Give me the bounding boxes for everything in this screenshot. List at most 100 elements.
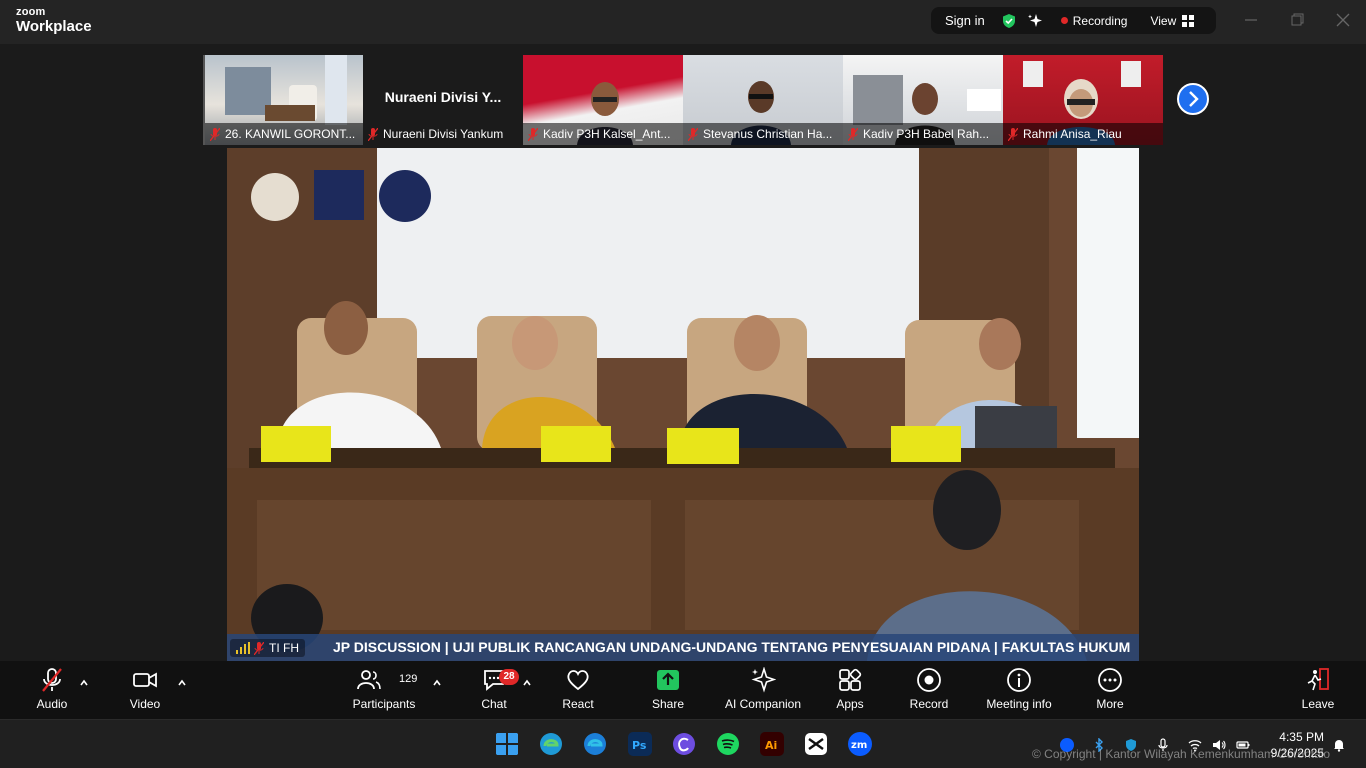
close-icon[interactable] (1335, 12, 1351, 28)
apps-label: Apps (836, 697, 864, 711)
participant-thumbnail[interactable]: Stevanus Christian Ha... (683, 55, 843, 145)
react-button[interactable]: React (561, 667, 595, 717)
signal-icon (236, 642, 250, 654)
participant-thumbnail[interactable]: Kadiv P3H Babel Rah... (843, 55, 1003, 145)
clock-time: 4:35 PM (1279, 730, 1324, 744)
share-screen-icon (657, 670, 679, 690)
participant-thumbnail[interactable]: Rahmi Anisa_Riau (1003, 55, 1163, 145)
participant-name: Kadiv P3H Kalsel_Ant... (543, 127, 671, 141)
meeting-info-label: Meeting info (986, 697, 1052, 711)
maximize-icon[interactable] (1289, 12, 1305, 28)
apps-icon (839, 668, 862, 691)
mic-muted-icon (528, 127, 538, 141)
windows-taskbar: Ps Ai zm 4:35 PM 9/26/2025 © Copyright |… (0, 719, 1366, 768)
chevron-up-icon[interactable] (432, 678, 442, 688)
sign-in-button[interactable]: Sign in (945, 13, 985, 28)
svg-text:Ai: Ai (765, 739, 777, 752)
recording-dot-icon (1060, 17, 1068, 24)
speaker-name: TI FH (269, 641, 299, 655)
participant-thumbnail[interactable]: Nuraeni Divisi Y... Nuraeni Divisi Yanku… (363, 55, 523, 145)
more-options-icon (1098, 668, 1122, 692)
caption-text: JP DISCUSSION | UJI PUBLIK RANCANGAN UND… (333, 639, 1131, 655)
ai-companion-button[interactable]: AI Companion (722, 667, 804, 717)
more-label: More (1096, 697, 1124, 711)
photoshop-icon[interactable]: Ps (628, 732, 652, 756)
ai-companion-label: AI Companion (724, 697, 802, 711)
audio-button[interactable]: Audio (36, 667, 68, 717)
chat-unread-badge: 28 (499, 669, 519, 685)
apps-button[interactable]: Apps (834, 667, 866, 717)
mic-muted-icon (688, 127, 698, 141)
thumbnail-label: Nuraeni Divisi Yankum (363, 123, 523, 145)
chevron-up-icon[interactable] (79, 678, 89, 688)
participant-name: 26. KANWIL GORONT... (225, 127, 356, 141)
windows-start-icon[interactable] (495, 732, 519, 756)
participant-name: Nuraeni Divisi Yankum (383, 127, 504, 141)
thumbnail-label: Rahmi Anisa_Riau (1003, 123, 1163, 145)
edge-icon[interactable] (539, 732, 563, 756)
record-label: Record (909, 697, 949, 711)
shield-icon[interactable] (1001, 13, 1017, 29)
mic-muted-icon (1008, 127, 1018, 141)
more-button[interactable]: More (1094, 667, 1126, 717)
meeting-stage: 26. KANWIL GORONT... Nuraeni Divisi Y...… (0, 44, 1366, 661)
grid-view-icon[interactable] (1182, 14, 1195, 27)
mic-muted-icon (254, 641, 264, 655)
participants-label: Participants (352, 697, 416, 711)
participant-name: Kadiv P3H Babel Rah... (863, 127, 990, 141)
chat-label: Chat (481, 697, 507, 711)
zoom-workplace-logo: zoom Workplace (16, 6, 92, 35)
thumbnail-label: Kadiv P3H Kalsel_Ant... (523, 123, 683, 145)
chevron-right-icon (1189, 91, 1199, 107)
minimize-icon[interactable] (1243, 12, 1259, 28)
chevron-up-icon[interactable] (177, 678, 187, 688)
leave-button[interactable]: Leave (1301, 667, 1335, 717)
record-icon (917, 668, 941, 692)
record-button[interactable]: Record (908, 667, 950, 717)
main-video[interactable]: JP DISCUSSION | UJI PUBLIK RANCANGAN UND… (227, 148, 1139, 661)
canva-icon[interactable] (672, 732, 696, 756)
brand-bottom: Workplace (16, 18, 92, 35)
svg-text:Ps: Ps (632, 739, 647, 752)
participants-icon (357, 670, 381, 690)
conference-room-image (227, 148, 1139, 661)
share-button[interactable]: Share (650, 667, 686, 717)
spotify-icon[interactable] (716, 732, 740, 756)
brand-top: zoom (16, 6, 46, 18)
participant-name: Rahmi Anisa_Riau (1023, 127, 1122, 141)
capcut-icon[interactable] (804, 732, 828, 756)
view-button[interactable]: View (1150, 14, 1176, 28)
thumbnail-label: Kadiv P3H Babel Rah... (843, 123, 1003, 145)
participant-thumbnail[interactable]: 26. KANWIL GORONT... (203, 55, 363, 145)
copyright-watermark: © Copyright | Kantor Wilayah Kemenkumham… (1032, 747, 1331, 761)
svg-text:zm: zm (851, 740, 867, 751)
participant-thumbnail[interactable]: Kadiv P3H Kalsel_Ant... (523, 55, 683, 145)
react-label: React (562, 697, 594, 711)
participants-count: 129 (399, 673, 418, 685)
zoom-app-icon[interactable]: zm (848, 732, 872, 756)
next-page-button[interactable] (1177, 83, 1209, 115)
recording-indicator[interactable]: Recording (1073, 14, 1128, 28)
leave-door-icon (1307, 668, 1329, 691)
participant-name: Stevanus Christian Ha... (703, 127, 833, 141)
participant-display-name: Nuraeni Divisi Y... (384, 89, 502, 105)
heart-icon (567, 670, 589, 691)
titlebar-controls: Sign in Recording View (931, 7, 1216, 34)
leave-label: Leave (1301, 697, 1335, 711)
chevron-up-icon[interactable] (522, 678, 532, 688)
participant-thumbnails: 26. KANWIL GORONT... Nuraeni Divisi Y...… (203, 55, 1163, 145)
illustrator-icon[interactable]: Ai (760, 732, 784, 756)
video-camera-icon (133, 672, 157, 688)
edge-dev-icon[interactable] (583, 732, 607, 756)
share-label: Share (651, 697, 685, 711)
mic-muted-icon (210, 127, 220, 141)
video-button[interactable]: Video (126, 667, 164, 717)
notification-bell-icon[interactable] (1332, 738, 1346, 752)
sparkle-icon[interactable] (1027, 13, 1043, 29)
mic-muted-icon (368, 127, 378, 141)
meeting-toolbar: Audio Video Participants 129 Chat 28 Rea… (0, 661, 1366, 719)
speaker-label: TI FH (230, 639, 305, 657)
info-icon (1007, 668, 1031, 692)
meeting-info-button[interactable]: Meeting info (983, 667, 1055, 717)
audio-label: Audio (36, 697, 68, 711)
